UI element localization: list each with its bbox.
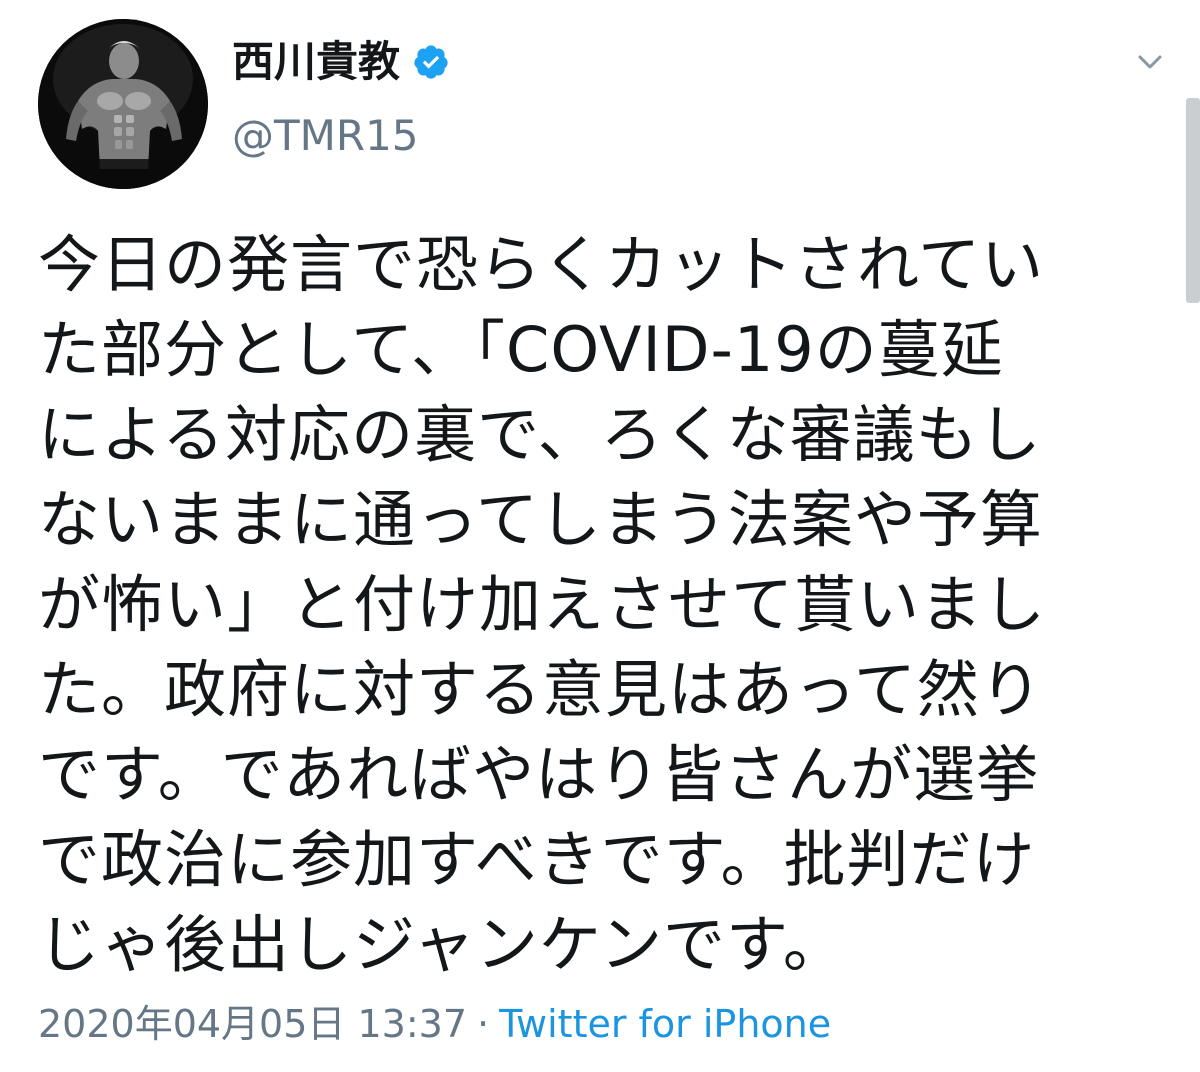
tweet-text-line: じゃ後出しジャンケンです。: [38, 908, 846, 981]
avatar[interactable]: [38, 19, 208, 189]
tweet-source-link[interactable]: Twitter for iPhone: [499, 1002, 831, 1046]
chevron-down-icon[interactable]: [1130, 42, 1170, 82]
tweet-text: 今日の発言で恐らくカットされてい た部分として、「COVID-19の蔓延 による…: [38, 222, 1118, 987]
display-name[interactable]: 西川貴教: [232, 36, 400, 88]
tweet-text-line: ないままに通ってしまう法案や予算: [38, 483, 1043, 556]
tweet-text-line: た。政府に対する意見はあって然り: [38, 653, 1043, 726]
meta-separator: ·: [477, 1002, 490, 1046]
tweet-meta: 2020年04月05日 13:37 · Twitter for iPhone: [38, 998, 831, 1050]
tweet-text-line: 今日の発言で恐らくカットされてい: [38, 228, 1045, 301]
tweet-text-line: です。であればやはり皆さんが選挙: [38, 738, 1040, 811]
tweet-timestamp[interactable]: 2020年04月05日 13:37: [38, 1002, 467, 1046]
tweet-text-line: で政治に参加すべきです。批判だけ: [38, 823, 1036, 896]
avatar-image: [38, 19, 208, 189]
tweet-text-line: による対応の裏で、ろくな審議もし: [38, 398, 1042, 471]
tweet-text-line: が怖い」と付け加えさせて貰いまし: [38, 568, 1047, 641]
tweet-text-line: た部分として、「COVID-19の蔓延: [38, 313, 1004, 386]
scrollbar[interactable]: [1186, 98, 1200, 303]
user-display-name-row[interactable]: 西川貴教: [232, 36, 450, 88]
verified-badge-icon: [412, 43, 450, 81]
user-handle[interactable]: @TMR15: [232, 110, 419, 162]
